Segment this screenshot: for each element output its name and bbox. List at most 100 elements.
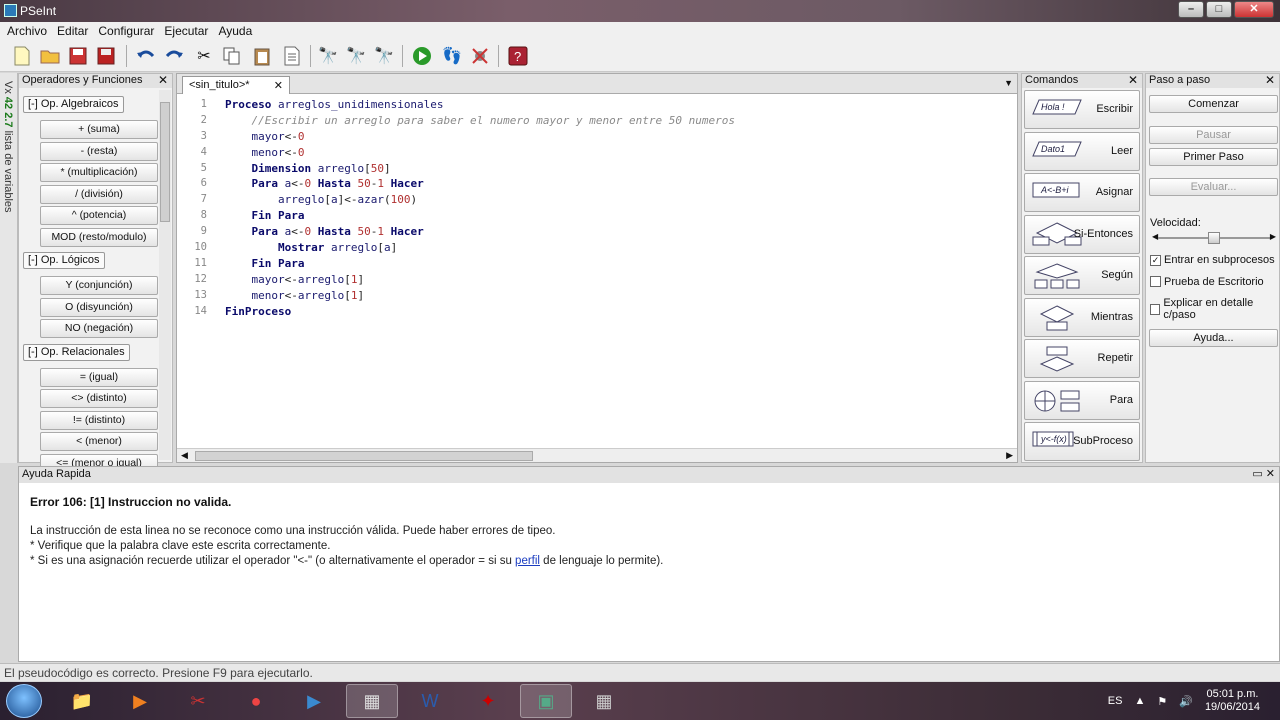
scroll-left-icon[interactable]: ◀: [181, 450, 188, 461]
help-icon[interactable]: ?: [506, 44, 530, 68]
close-icon[interactable]: ✕: [1266, 468, 1275, 480]
minimize-button[interactable]: –: [1178, 1, 1204, 18]
scroll-right-icon[interactable]: ▶: [1006, 450, 1013, 461]
operator-group-header[interactable]: [-] Op. Algebraicos: [23, 96, 124, 113]
menu-ayuda[interactable]: Ayuda: [213, 22, 257, 40]
help-button[interactable]: Ayuda...: [1149, 329, 1278, 347]
operator-button[interactable]: ^ (potencia): [40, 206, 158, 225]
video-player-icon[interactable]: ▶: [288, 684, 340, 718]
step-icon[interactable]: 👣: [440, 44, 464, 68]
new-file-icon[interactable]: [10, 44, 34, 68]
indent-icon[interactable]: [280, 44, 304, 68]
code-line[interactable]: 8 Fin Para: [177, 209, 1003, 225]
code-line[interactable]: 14 FinProceso: [177, 305, 1003, 321]
menu-archivo[interactable]: Archivo: [2, 22, 52, 40]
step-option-checkbox[interactable]: Prueba de Escritorio: [1150, 276, 1264, 288]
command-while-button[interactable]: Mientras: [1024, 297, 1140, 337]
volume-icon[interactable]: 🔊: [1179, 695, 1193, 708]
close-icon[interactable]: ✕: [158, 74, 168, 87]
code-line[interactable]: 13 menor<-arreglo[1]: [177, 289, 1003, 305]
operator-group-header[interactable]: [-] Op. Lógicos: [23, 252, 105, 269]
pseint-run-icon[interactable]: ▦: [578, 684, 630, 718]
operator-button[interactable]: Y (conjunción): [40, 276, 158, 295]
profile-link[interactable]: perfil: [515, 555, 540, 567]
checkmark-icon[interactable]: ✓: [1150, 254, 1161, 266]
copy-icon[interactable]: [220, 44, 244, 68]
code-line[interactable]: 4 menor<-0: [177, 146, 1003, 162]
command-switch-button[interactable]: Según: [1024, 256, 1140, 295]
editor-hscrollbar[interactable]: ◀ ▶: [177, 448, 1017, 462]
save-as-icon[interactable]: [94, 44, 118, 68]
find-icon[interactable]: 🔭: [316, 44, 340, 68]
tray-arrow-icon[interactable]: ▲: [1134, 695, 1145, 707]
start-button[interactable]: Comenzar: [1149, 95, 1278, 113]
command-for-button[interactable]: Para: [1024, 380, 1140, 420]
operator-button[interactable]: NO (negación): [40, 319, 158, 338]
undo-icon[interactable]: [134, 44, 158, 68]
operator-group-header[interactable]: [-] Op. Relacionales: [23, 343, 130, 361]
code-line[interactable]: 6 Para a<-0 Hasta 50-1 Hacer: [177, 177, 1003, 193]
variables-strip[interactable]: Vx 42 2.7 lista de variables: [0, 73, 18, 463]
code-editor[interactable]: <sin_titulo>* ✕ ▼ 1 Proceso arreglos_unid…: [176, 73, 1018, 463]
menu-editar[interactable]: Editar: [52, 22, 93, 40]
pause-button[interactable]: Pausar: [1149, 126, 1278, 144]
close-button[interactable]: ✕: [1234, 1, 1274, 18]
word-icon[interactable]: W: [404, 684, 456, 718]
checkbox-empty-icon[interactable]: [1150, 276, 1161, 287]
network-icon[interactable]: ⚑: [1157, 695, 1167, 708]
operator-button[interactable]: = (igual): [40, 367, 158, 387]
menu-configurar[interactable]: Configurar: [93, 22, 159, 40]
open-folder-icon[interactable]: [38, 44, 62, 68]
slider-right-icon[interactable]: ▶: [1270, 232, 1276, 241]
code-line[interactable]: 3 mayor<-0: [177, 130, 1003, 146]
pseint-icon[interactable]: ▦: [346, 684, 398, 718]
code-line[interactable]: 11 Fin Para: [177, 257, 1003, 273]
command-read-button[interactable]: Dato1 Leer: [1024, 131, 1140, 171]
debug-icon[interactable]: [468, 44, 492, 68]
restore-icon[interactable]: ▭: [1252, 468, 1262, 480]
speed-slider[interactable]: ◀ ▶: [1152, 232, 1276, 244]
find-next-icon[interactable]: 🔭: [372, 44, 396, 68]
maximize-button[interactable]: □: [1206, 1, 1232, 18]
step-option-checkbox[interactable]: ✓ Entrar en subprocesos: [1150, 254, 1275, 266]
find-prev-icon[interactable]: 🔭: [344, 44, 368, 68]
redo-icon[interactable]: [162, 44, 186, 68]
code-area[interactable]: 1 Proceso arreglos_unidimensionales 2 //Es…: [177, 98, 1003, 448]
operator-button[interactable]: + (suma): [40, 120, 158, 139]
close-icon[interactable]: ✕: [1128, 74, 1138, 87]
save-icon[interactable]: [66, 44, 90, 68]
command-repeat-button[interactable]: Repetir: [1024, 339, 1140, 378]
operator-button[interactable]: MOD (resto/modulo): [40, 227, 158, 247]
snipping-icon[interactable]: ✂: [172, 684, 224, 718]
code-line[interactable]: 12 mayor<-arreglo[1]: [177, 273, 1003, 289]
tab-sin-titulo[interactable]: <sin_titulo>* ✕: [182, 76, 290, 94]
terminal-icon[interactable]: ▣: [520, 684, 572, 718]
operator-button[interactable]: * (multiplicación): [40, 163, 158, 182]
operator-button[interactable]: != (distinto): [40, 410, 158, 430]
code-line[interactable]: 10 Mostrar arreglo[a]: [177, 241, 1003, 257]
operator-button[interactable]: / (división): [40, 184, 158, 204]
code-line[interactable]: 2 //Escribir un arreglo para saber el nu…: [177, 114, 1003, 130]
command-write-button[interactable]: Hola ! Escribir: [1024, 90, 1140, 129]
explorer-icon[interactable]: 📁: [56, 684, 108, 718]
operator-button[interactable]: - (resta): [40, 141, 158, 161]
command-subprocess-button[interactable]: y<-f(x) SubProceso: [1024, 422, 1140, 461]
operator-button[interactable]: <> (distinto): [40, 389, 158, 408]
close-tab-icon[interactable]: ✕: [274, 79, 283, 92]
close-icon[interactable]: ✕: [1265, 74, 1275, 87]
clock[interactable]: 05:01 p.m. 19/06/2014: [1205, 688, 1260, 714]
evaluate-button[interactable]: Evaluar...: [1149, 178, 1278, 196]
tab-dropdown-icon[interactable]: ▼: [1004, 78, 1013, 88]
start-menu-button[interactable]: [6, 684, 42, 718]
operator-button[interactable]: < (menor): [40, 432, 158, 451]
step-option-checkbox[interactable]: Explicar en detalle c/paso: [1150, 297, 1279, 321]
code-line[interactable]: 9 Para a<-0 Hasta 50-1 Hacer: [177, 225, 1003, 241]
run-icon[interactable]: [410, 44, 434, 68]
chrome-icon[interactable]: ●: [230, 684, 282, 718]
cut-icon[interactable]: ✂: [192, 44, 216, 68]
checkbox-empty-icon[interactable]: [1150, 303, 1161, 315]
media-player-icon[interactable]: ▶: [114, 684, 166, 718]
code-line[interactable]: 7 arreglo[a]<-azar(100): [177, 193, 1003, 209]
code-line[interactable]: 5 Dimension arreglo[50]: [177, 162, 1003, 178]
operator-button[interactable]: O (disyunción): [40, 297, 158, 317]
